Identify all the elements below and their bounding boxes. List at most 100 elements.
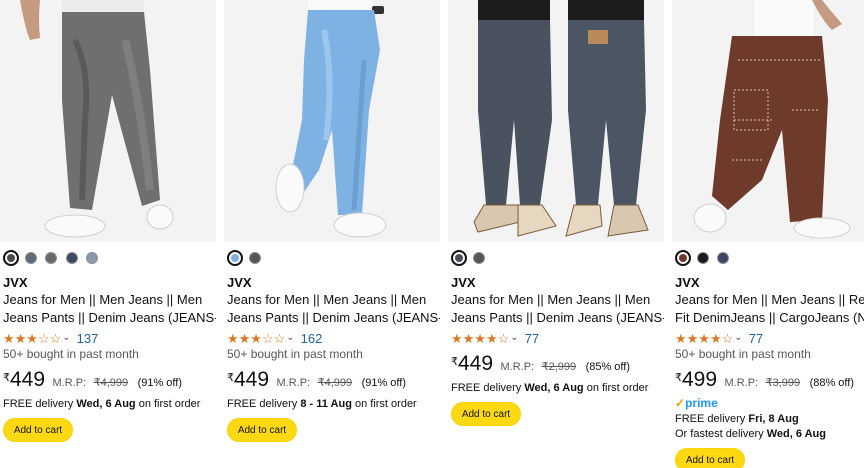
delivery-info: FREE delivery Wed, 6 Aug on first order [3,398,200,410]
delivery-suffix: on first order [135,398,201,410]
star-rating-icon[interactable]: ★★★★☆ [675,331,733,347]
delivery-date: Fri, 8 Aug [748,413,799,425]
currency-symbol: ₹ [451,356,458,368]
price-block: ₹449 M.R.P: ₹2,999 (85% off) [451,352,630,376]
chevron-down-icon[interactable]: ⌄ [62,332,70,343]
product-card[interactable]: JVX Jeans for Men || Men Jeans || Men Je… [0,0,216,468]
brand-name: JVX [675,275,700,290]
prime-check-icon: ✓ [675,396,686,410]
review-count[interactable]: 77 [749,331,763,346]
price: 449 [10,368,46,391]
discount: (91% off) [137,377,182,389]
chevron-down-icon[interactable]: ⌄ [510,332,518,343]
mrp-value: ₹2,999 [541,361,577,373]
color-swatch[interactable] [3,250,19,266]
product-image[interactable] [672,0,864,242]
color-swatch[interactable] [86,252,98,264]
color-swatch[interactable] [227,250,243,266]
delivery-prefix: FREE delivery [675,413,749,425]
bought-count: 50+ bought in past month [3,347,139,361]
color-swatch[interactable] [675,250,691,266]
color-swatch[interactable] [25,252,37,264]
product-image[interactable] [224,0,440,242]
product-title[interactable]: Jeans for Men || Men Jeans || Men Jeans … [451,291,664,327]
mrp-value: ₹3,999 [765,377,801,389]
prime-label: prime [685,396,718,410]
product-card[interactable]: JVX Jeans for Men || Men Jeans || Men Je… [448,0,664,468]
mrp-value: ₹4,999 [93,377,129,389]
price-block: ₹449 M.R.P: ₹4,999 (91% off) [3,368,182,392]
delivery-suffix: on first order [351,398,417,410]
delivery-date: Wed, 6 Aug [76,398,136,410]
price: 449 [234,368,270,391]
add-to-cart-button[interactable]: Add to cart [3,418,73,442]
fastest-delivery-info: Or fastest delivery Wed, 6 Aug [675,428,826,440]
color-swatch[interactable] [473,252,485,264]
color-swatch[interactable] [451,250,467,266]
discount: (85% off) [585,361,630,373]
delivery-info: FREE delivery Wed, 6 Aug on first order [451,382,648,394]
currency-symbol: ₹ [3,372,10,384]
title-line[interactable]: Jeans Pants || Denim Jeans (JEANS-07) [3,309,216,327]
mrp-label: M.R.P: [500,361,535,373]
review-count[interactable]: 77 [525,331,539,346]
star-rating-icon[interactable]: ★★★☆☆ [3,331,61,347]
product-card[interactable]: JVX Jeans for Men || Men Jeans || Regul … [672,0,864,468]
brand-name: JVX [451,275,476,290]
star-rating-icon[interactable]: ★★★☆☆ [227,331,285,347]
product-image[interactable] [448,0,664,242]
title-line[interactable]: Jeans for Men || Men Jeans || Men [451,291,664,309]
color-swatch[interactable] [66,252,78,264]
delivery-prefix: FREE delivery [451,382,525,394]
prime-badge: ✓prime [675,396,718,410]
currency-symbol: ₹ [227,372,234,384]
color-swatch[interactable] [717,252,729,264]
rating[interactable]: ★★★☆☆⌄ 162 [227,331,322,347]
rating[interactable]: ★★★★☆⌄ 77 [675,331,763,347]
fastest-prefix: Or fastest delivery [675,428,767,440]
product-image[interactable] [0,0,216,242]
discount: (91% off) [361,377,406,389]
delivery-info: FREE delivery 8 - 11 Aug on first order [227,398,417,410]
bought-count: 50+ bought in past month [675,347,811,361]
add-to-cart-button[interactable]: Add to cart [451,402,521,426]
price: 499 [682,368,718,391]
bought-count: 50+ bought in past month [227,347,363,361]
chevron-down-icon[interactable]: ⌄ [286,332,294,343]
delivery-prefix: FREE delivery [3,398,77,410]
delivery-info: FREE delivery Fri, 8 Aug [675,413,799,425]
chevron-down-icon[interactable]: ⌄ [734,332,742,343]
price-block: ₹449 M.R.P: ₹4,999 (91% off) [227,368,406,392]
currency-symbol: ₹ [675,372,682,384]
mrp-label: M.R.P: [724,377,759,389]
title-line[interactable]: Jeans for Men || Men Jeans || Men [3,291,216,309]
color-swatch[interactable] [697,252,709,264]
product-title[interactable]: Jeans for Men || Men Jeans || Men Jeans … [3,291,216,327]
product-card[interactable]: JVX Jeans for Men || Men Jeans || Men Je… [224,0,440,468]
product-title[interactable]: Jeans for Men || Men Jeans || Men Jeans … [227,291,440,327]
title-line[interactable]: Jeans for Men || Men Jeans || Men [227,291,440,309]
color-swatch[interactable] [249,252,261,264]
mrp-value: ₹4,999 [317,377,353,389]
rating[interactable]: ★★★☆☆⌄ 137 [3,331,98,347]
review-count[interactable]: 162 [301,331,323,346]
title-line[interactable]: Fit DenimJeans || CargoJeans (NJJ- [675,309,864,327]
title-line[interactable]: Jeans Pants || Denim Jeans (JEANS-06) [451,309,664,327]
rating[interactable]: ★★★★☆⌄ 77 [451,331,539,347]
price: 449 [458,352,494,375]
review-count[interactable]: 137 [77,331,99,346]
add-to-cart-button[interactable]: Add to cart [227,418,297,442]
product-title[interactable]: Jeans for Men || Men Jeans || Regul Fit … [675,291,864,327]
delivery-date: Wed, 6 Aug [524,382,584,394]
discount: (88% off) [809,377,854,389]
fastest-date: Wed, 6 Aug [766,428,826,440]
delivery-suffix: on first order [583,382,649,394]
price-block: ₹499 M.R.P: ₹3,999 (88% off) [675,368,854,392]
mrp-label: M.R.P: [276,377,311,389]
color-swatch[interactable] [45,252,57,264]
add-to-cart-button[interactable]: Add to cart [675,448,745,468]
star-rating-icon[interactable]: ★★★★☆ [451,331,509,347]
mrp-label: M.R.P: [52,377,87,389]
title-line[interactable]: Jeans for Men || Men Jeans || Regul [675,291,864,309]
title-line[interactable]: Jeans Pants || Denim Jeans (JEANS-05) [227,309,440,327]
